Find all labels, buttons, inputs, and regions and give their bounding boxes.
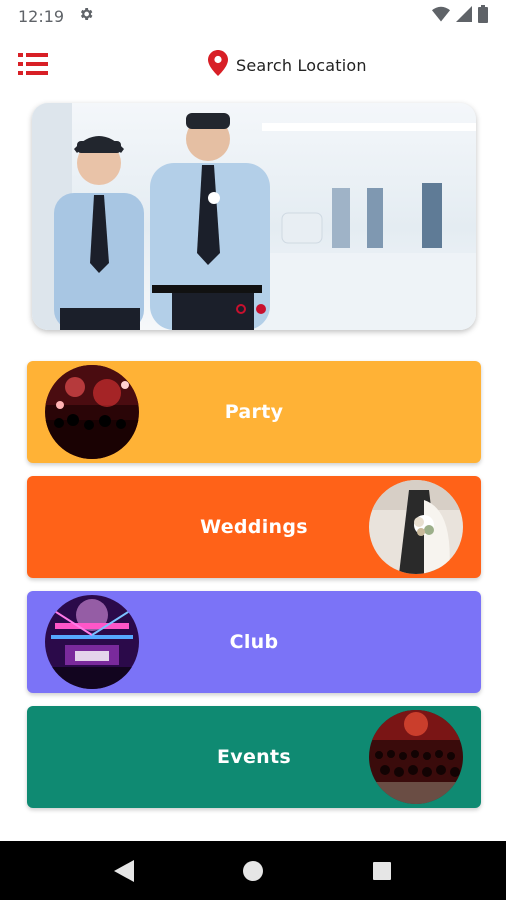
security-guards-image <box>32 103 476 330</box>
hamburger-menu-icon[interactable] <box>18 52 50 78</box>
banner-carousel[interactable] <box>32 103 476 330</box>
battery-icon <box>478 5 488 27</box>
weddings-image <box>369 480 463 574</box>
carousel-dot-2[interactable] <box>256 304 266 314</box>
app-bar: Search Location <box>0 36 506 92</box>
map-pin-icon <box>208 50 228 80</box>
home-icon[interactable] <box>233 851 273 891</box>
carousel-dot-1[interactable] <box>236 304 246 314</box>
status-time: 12:19 <box>18 6 65 26</box>
system-nav-bar <box>0 841 506 900</box>
category-card-club[interactable]: Club <box>27 591 481 693</box>
category-card-weddings[interactable]: Weddings <box>27 476 481 578</box>
wifi-icon <box>432 6 450 26</box>
recents-icon[interactable] <box>362 851 402 891</box>
carousel-indicators <box>236 304 266 314</box>
events-image <box>369 710 463 804</box>
status-bar: 12:19 <box>0 0 506 32</box>
location-label: Search Location <box>236 55 367 75</box>
category-card-events[interactable]: Events <box>27 706 481 808</box>
search-location-button[interactable]: Search Location <box>208 50 367 80</box>
category-label-club: Club <box>229 631 279 653</box>
back-icon[interactable] <box>104 851 144 891</box>
gear-icon <box>78 6 94 26</box>
category-label-party: Party <box>224 401 284 423</box>
signal-icon <box>456 6 472 26</box>
category-card-party[interactable]: Party <box>27 361 481 463</box>
